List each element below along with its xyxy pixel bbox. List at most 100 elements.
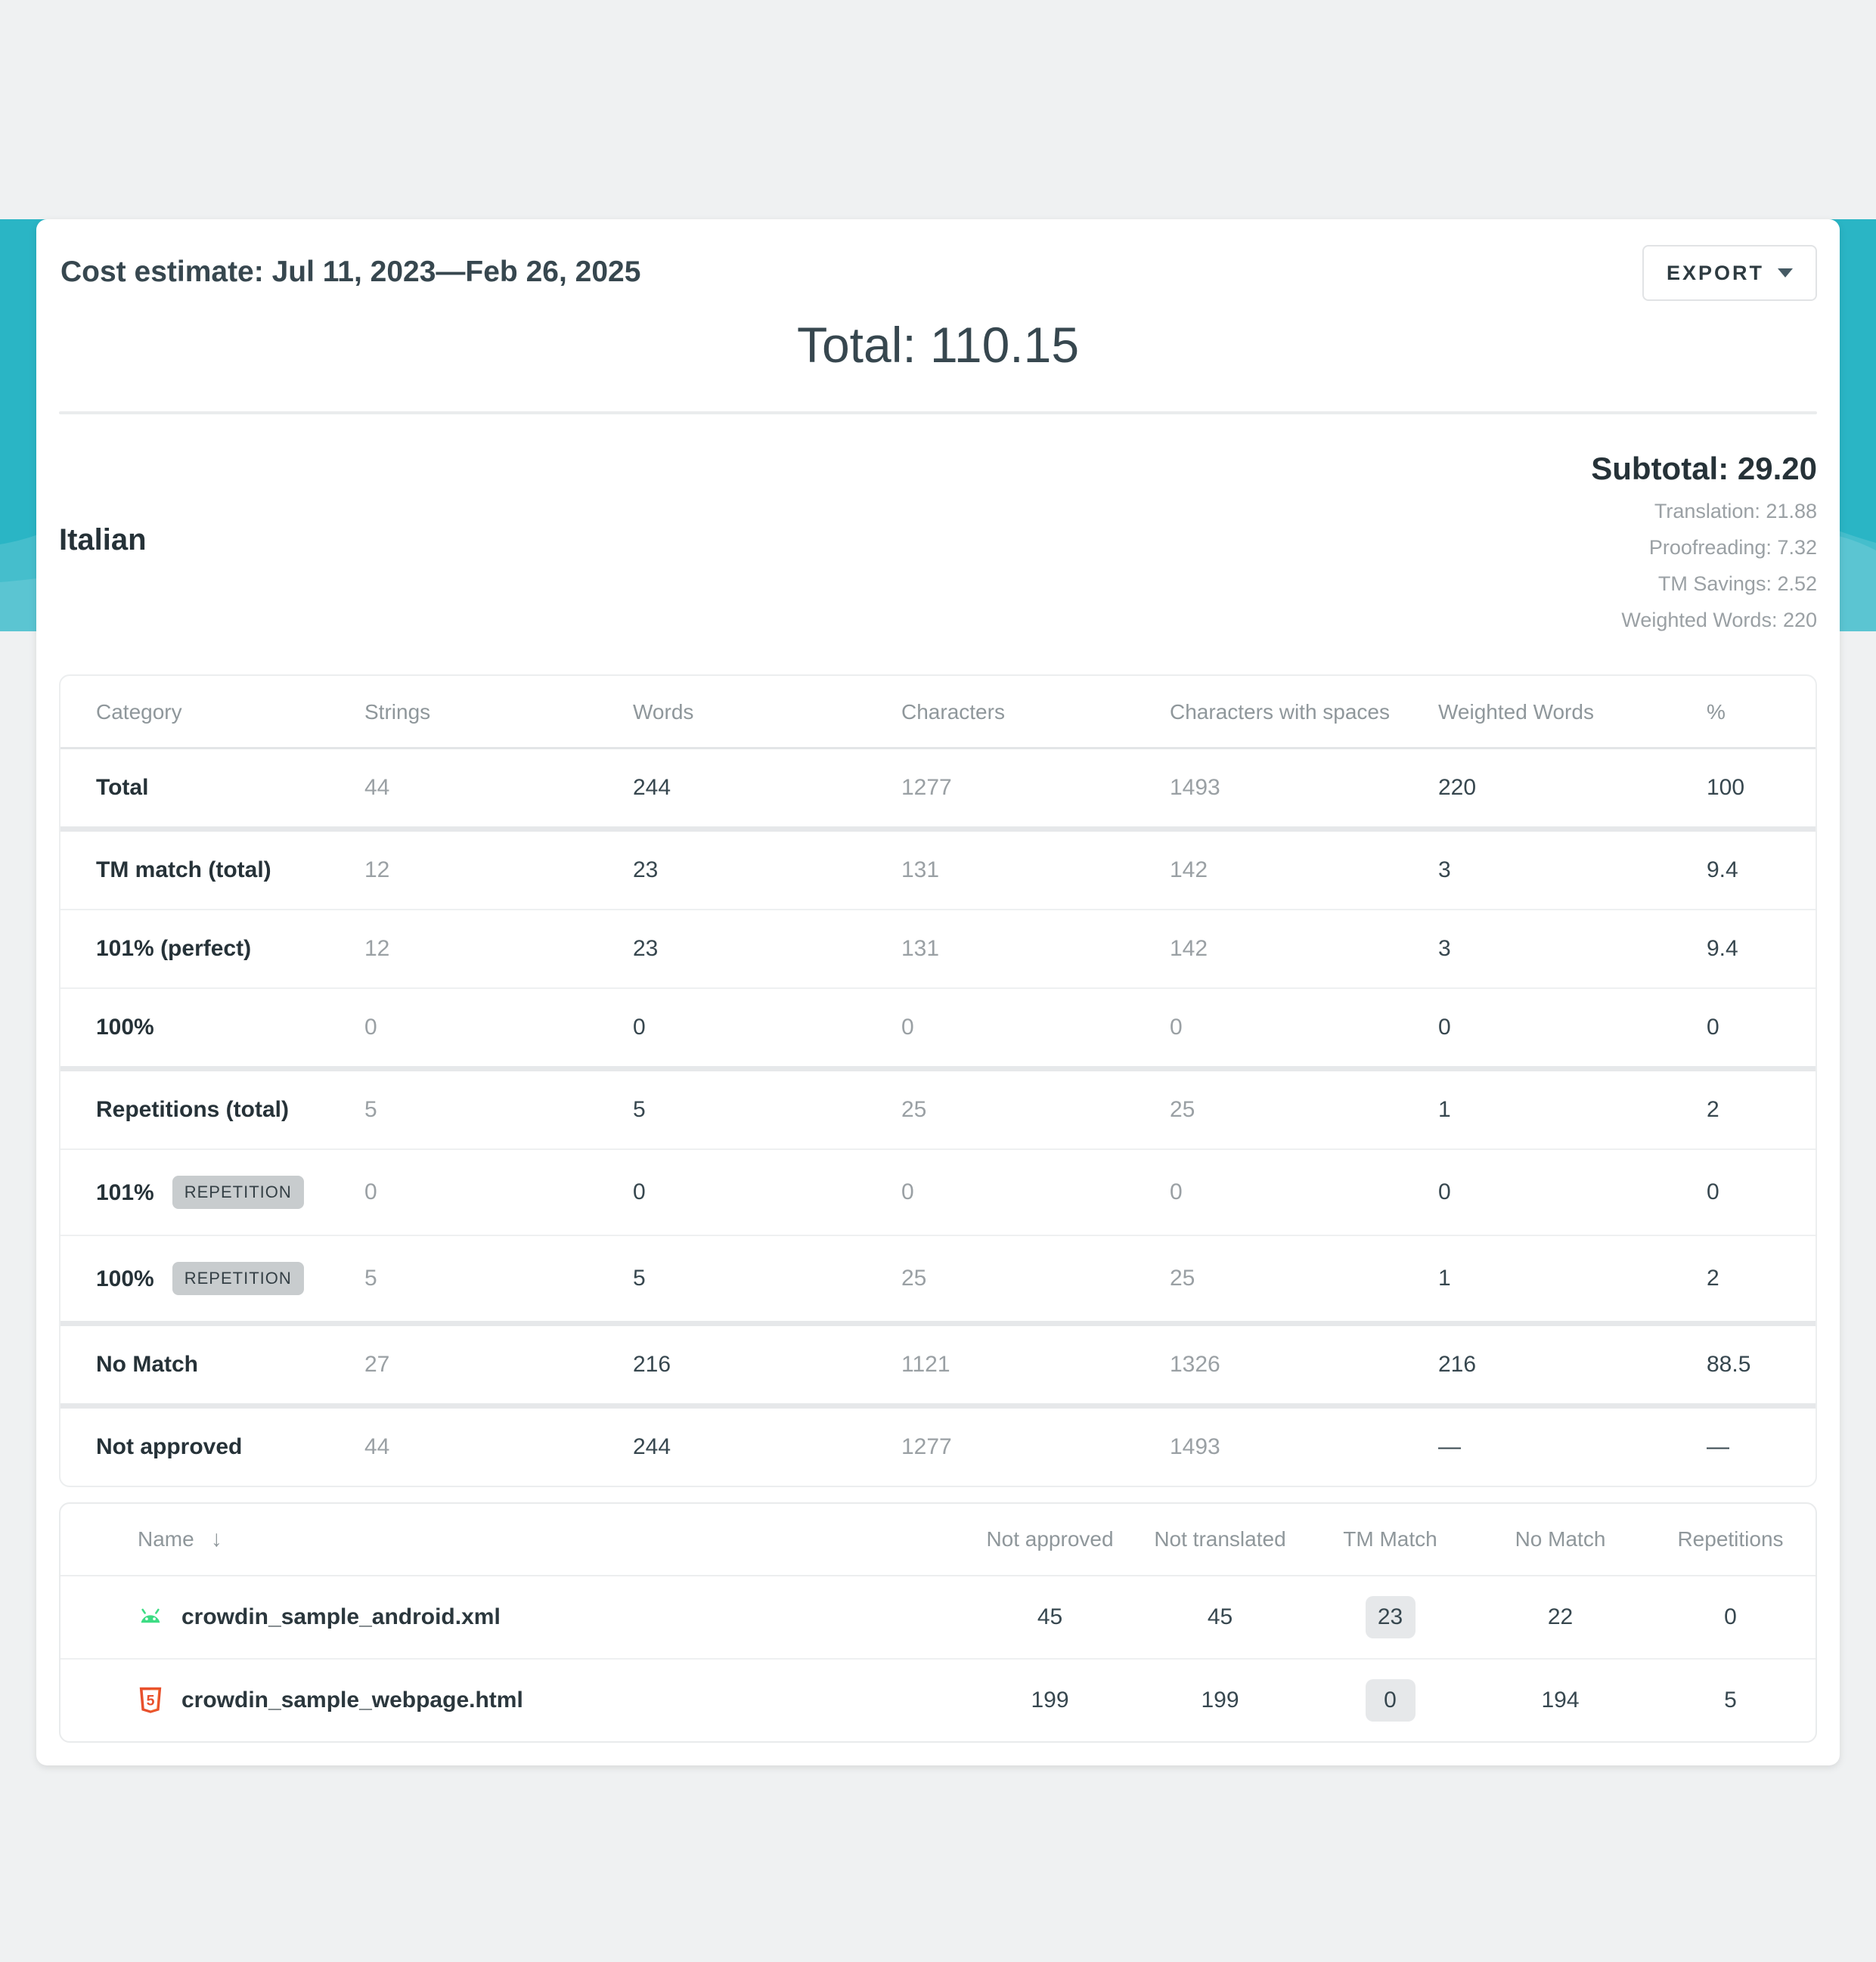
chevron-down-icon (1778, 268, 1793, 277)
category-row: Repetitions (total)55252512 (60, 1069, 1816, 1150)
category-col-header: Words (597, 676, 866, 749)
report-title: Cost estimate: Jul 11, 2023—Feb 26, 2025 (60, 256, 640, 289)
category-col-header: Characters (866, 676, 1134, 749)
file-value: 45 (1135, 1576, 1305, 1659)
language-section-header: Italian Subtotal: 29.20 Translation: 21.… (59, 451, 1817, 632)
category-value: 1 (1403, 1069, 1671, 1150)
category-label: TM match (total) (96, 857, 271, 882)
category-value: 3 (1403, 829, 1671, 910)
file-row[interactable]: 5crowdin_sample_webpage.html19919901945 (60, 1659, 1816, 1741)
category-value: 2 (1671, 1069, 1816, 1150)
tm-match-badge: 0 (1366, 1679, 1416, 1722)
section-divider (59, 411, 1817, 414)
tm-match-badge: 23 (1366, 1596, 1416, 1638)
category-col-header: Category (60, 676, 329, 749)
export-button-label: EXPORT (1667, 262, 1764, 285)
file-name-sort-header[interactable]: Name↓ (60, 1504, 965, 1576)
file-name[interactable]: crowdin_sample_android.xml (181, 1604, 501, 1630)
category-value: 100 (1671, 749, 1816, 829)
category-label: Repetitions (total) (96, 1097, 289, 1122)
category-value: 0 (866, 1149, 1134, 1235)
category-value: 44 (329, 749, 597, 829)
category-row: TM match (total) 122313114239.4 (60, 829, 1816, 910)
file-value: 22 (1475, 1576, 1645, 1659)
file-value: 0 (1645, 1576, 1816, 1659)
category-value: 5 (329, 1235, 597, 1324)
category-value: 1493 (1134, 1406, 1403, 1486)
category-value: 0 (1134, 1149, 1403, 1235)
file-col-header: Not translated (1135, 1504, 1305, 1576)
repetition-badge: REPETITION (172, 1262, 304, 1295)
category-value: 0 (1671, 1149, 1816, 1235)
svg-text:5: 5 (147, 1692, 155, 1709)
category-value: 0 (1671, 988, 1816, 1069)
category-label: No Match (96, 1352, 198, 1377)
category-value: 9.4 (1671, 910, 1816, 988)
category-row: 100%REPETITION55252512 (60, 1235, 1816, 1324)
android-icon (136, 1602, 165, 1632)
category-value: 216 (597, 1324, 866, 1406)
category-value: 25 (1134, 1069, 1403, 1150)
category-value: 25 (1134, 1235, 1403, 1324)
category-row: No Match272161121132621688.5 (60, 1324, 1816, 1406)
category-value: 1277 (866, 749, 1134, 829)
category-value: 216 (1403, 1324, 1671, 1406)
category-value: 2 (1671, 1235, 1816, 1324)
category-col-header: Strings (329, 676, 597, 749)
category-value: — (1671, 1406, 1816, 1486)
category-value: 0 (866, 988, 1134, 1069)
export-button[interactable]: EXPORT (1642, 245, 1817, 301)
category-value: 12 (329, 829, 597, 910)
category-value: 1277 (866, 1406, 1134, 1486)
category-value: 142 (1134, 829, 1403, 910)
language-name: Italian (59, 523, 147, 632)
category-row: 101% (perfect)122313114239.4 (60, 910, 1816, 988)
category-value: 1 (1403, 1235, 1671, 1324)
category-value: 244 (597, 1406, 866, 1486)
category-value: 0 (1403, 988, 1671, 1069)
file-name[interactable]: crowdin_sample_webpage.html (181, 1688, 523, 1713)
category-row: Not approved4424412771493—— (60, 1406, 1816, 1486)
category-value: — (1403, 1406, 1671, 1486)
category-value: 3 (1403, 910, 1671, 988)
html5-icon: 5 (136, 1685, 165, 1716)
category-value: 131 (866, 829, 1134, 910)
file-col-header: Repetitions (1645, 1504, 1816, 1576)
subtotal-block: Subtotal: 29.20 Translation: 21.88 Proof… (1591, 451, 1817, 632)
category-value: 142 (1134, 910, 1403, 988)
report-card: Cost estimate: Jul 11, 2023—Feb 26, 2025… (36, 219, 1840, 1765)
category-label: Not approved (96, 1434, 242, 1459)
category-value: 1326 (1134, 1324, 1403, 1406)
report-header: Cost estimate: Jul 11, 2023—Feb 26, 2025… (59, 219, 1817, 301)
file-table-header-row: Name↓Not approvedNot translatedTM MatchN… (60, 1504, 1816, 1576)
category-col-header: Characters with spaces (1134, 676, 1403, 749)
category-value: 0 (1403, 1149, 1671, 1235)
file-value: 199 (1135, 1659, 1305, 1741)
category-value: 23 (597, 910, 866, 988)
subtotal-weighted-words: Weighted Words: 220 (1591, 609, 1817, 632)
category-table-header-row: CategoryStringsWordsCharactersCharacters… (60, 676, 1816, 749)
category-value: 1493 (1134, 749, 1403, 829)
category-label: Total (96, 775, 148, 800)
category-label: 100% (96, 1266, 154, 1291)
category-value: 131 (866, 910, 1134, 988)
category-value: 25 (866, 1069, 1134, 1150)
category-label: 101% (96, 1180, 154, 1205)
category-value: 5 (329, 1069, 597, 1150)
category-value: 44 (329, 1406, 597, 1486)
file-value: 194 (1475, 1659, 1645, 1741)
category-label: 100% (96, 1015, 154, 1040)
category-table: CategoryStringsWordsCharactersCharacters… (59, 674, 1817, 1487)
category-col-header: Weighted Words (1403, 676, 1671, 749)
subtotal-tm-savings: TM Savings: 2.52 (1591, 572, 1817, 596)
category-value: 244 (597, 749, 866, 829)
category-value: 23 (597, 829, 866, 910)
category-row: Total4424412771493220100 (60, 749, 1816, 829)
sort-desc-icon[interactable]: ↓ (211, 1527, 222, 1551)
category-value: 0 (329, 1149, 597, 1235)
category-value: 9.4 (1671, 829, 1816, 910)
subtotal-translation: Translation: 21.88 (1591, 500, 1817, 523)
repetition-badge: REPETITION (172, 1176, 304, 1209)
category-value: 0 (597, 988, 866, 1069)
file-row[interactable]: crowdin_sample_android.xml454523220 (60, 1576, 1816, 1659)
